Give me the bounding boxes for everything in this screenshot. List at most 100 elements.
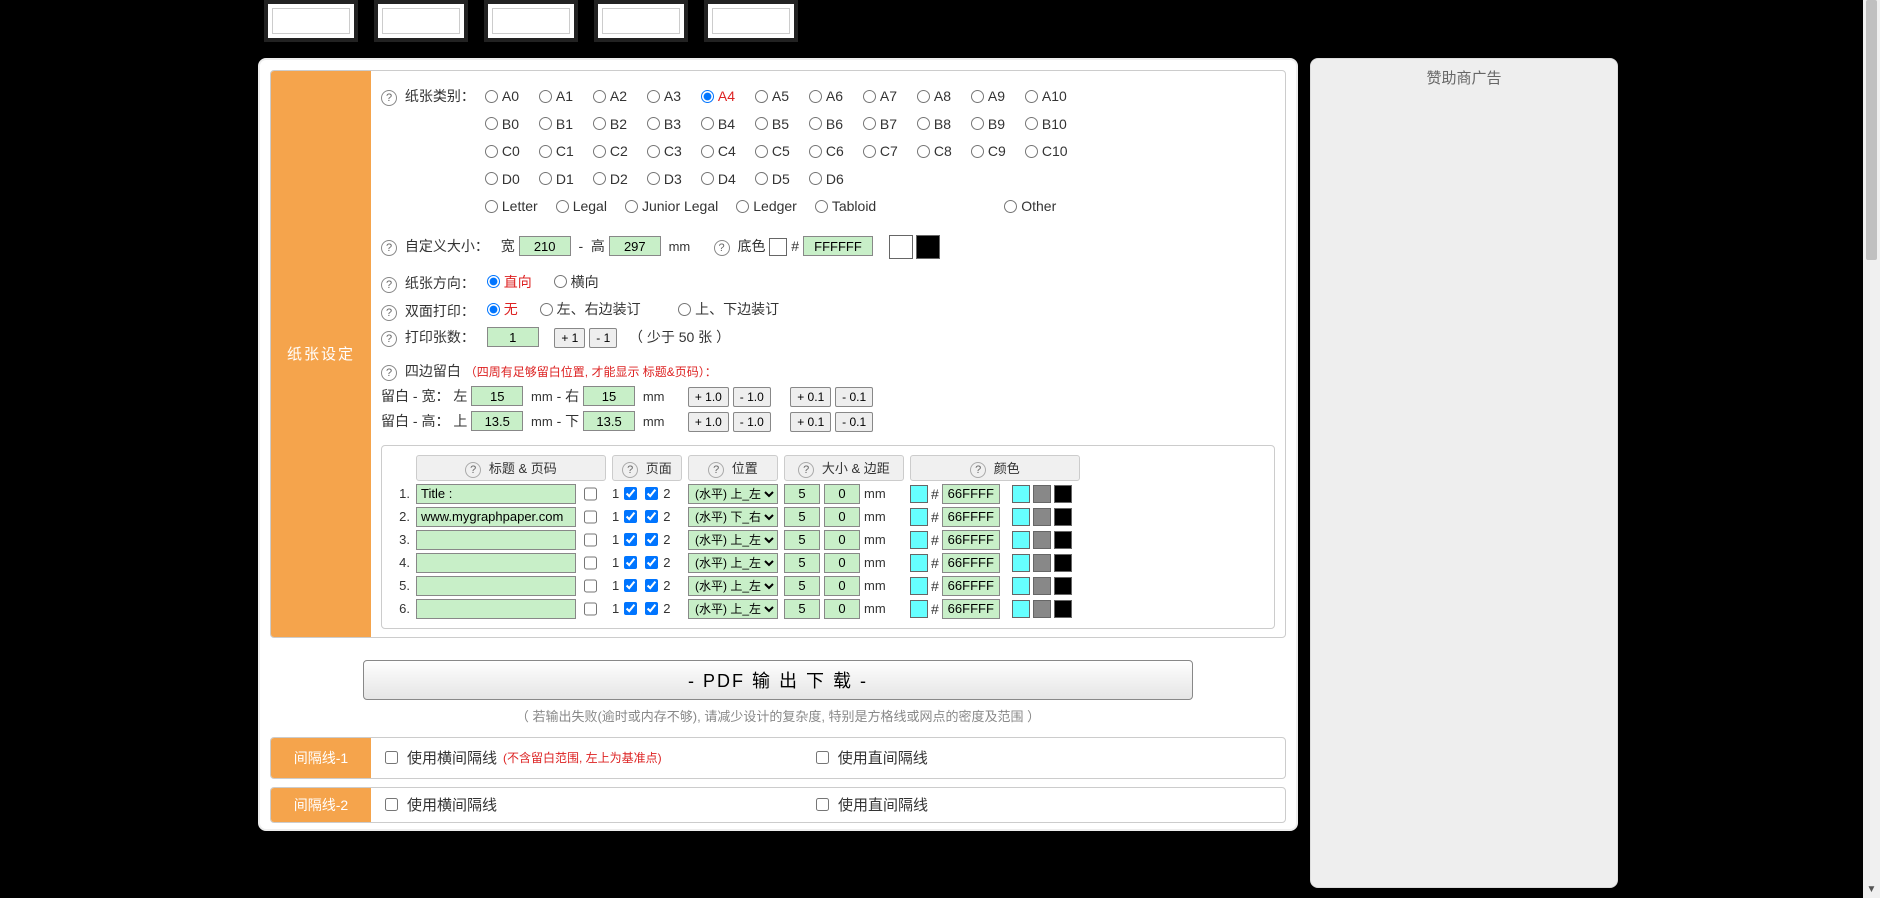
paper-a1[interactable]: A1 <box>539 85 593 107</box>
orientation-portrait[interactable]: 直向 <box>487 271 532 293</box>
bg-preview-white[interactable] <box>889 235 913 259</box>
color-preset-black[interactable] <box>1054 600 1072 618</box>
help-icon[interactable]: ? <box>381 240 397 256</box>
size-input[interactable] <box>784 553 820 573</box>
help-icon[interactable]: ? <box>381 305 397 321</box>
copies-input[interactable] <box>487 327 539 347</box>
thumb-1[interactable] <box>264 0 358 42</box>
paper-b3[interactable]: B3 <box>647 113 701 135</box>
page2-checkbox[interactable] <box>645 556 658 569</box>
paper-legal[interactable]: Legal <box>556 195 607 217</box>
duplex-lr[interactable]: 左、右边装订 <box>540 298 641 320</box>
paper-b1[interactable]: B1 <box>539 113 593 135</box>
margin-input[interactable] <box>824 599 860 619</box>
help-icon[interactable]: ? <box>381 90 397 106</box>
color-preset-cyan[interactable] <box>1012 531 1030 549</box>
position-select[interactable]: (水平) 上_左 <box>688 484 778 504</box>
color-preset-cyan[interactable] <box>1012 508 1030 526</box>
color-hex-input[interactable] <box>942 553 1000 573</box>
color-preset-cyan[interactable] <box>1012 485 1030 503</box>
paper-d1[interactable]: D1 <box>539 168 593 190</box>
sep1-vertical-checkbox[interactable] <box>816 751 829 764</box>
margin-w-p10[interactable]: + 1.0 <box>688 387 729 407</box>
color-swatch-current[interactable] <box>910 600 928 618</box>
color-preset-gray[interactable] <box>1033 600 1051 618</box>
color-preset-gray[interactable] <box>1033 485 1051 503</box>
margin-top-input[interactable] <box>471 411 523 431</box>
paper-b7[interactable]: B7 <box>863 113 917 135</box>
copies-minus[interactable]: - 1 <box>589 328 617 348</box>
margin-input[interactable] <box>824 530 860 550</box>
position-select[interactable]: (水平) 上_左 <box>688 599 778 619</box>
color-hex-input[interactable] <box>942 576 1000 596</box>
paper-b4[interactable]: B4 <box>701 113 755 135</box>
color-preset-cyan[interactable] <box>1012 554 1030 572</box>
page1-checkbox[interactable] <box>624 579 637 592</box>
download-pdf-button[interactable]: - PDF 输 出 下 载 - <box>363 660 1193 700</box>
paper-a10[interactable]: A10 <box>1025 85 1079 107</box>
page1-checkbox[interactable] <box>624 487 637 500</box>
scroll-down-icon[interactable]: ▼ <box>1863 881 1880 898</box>
paper-d3[interactable]: D3 <box>647 168 701 190</box>
size-input[interactable] <box>784 576 820 596</box>
sep2-vertical-checkbox[interactable] <box>816 798 829 811</box>
position-select[interactable]: (水平) 上_左 <box>688 553 778 573</box>
paper-a3[interactable]: A3 <box>647 85 701 107</box>
color-preset-cyan[interactable] <box>1012 600 1030 618</box>
margin-h-p01[interactable]: + 0.1 <box>790 412 831 432</box>
color-hex-input[interactable] <box>942 599 1000 619</box>
thumb-5[interactable] <box>704 0 798 42</box>
title-text-input[interactable] <box>416 484 576 504</box>
margin-w-m01[interactable]: - 0.1 <box>835 387 873 407</box>
paper-b2[interactable]: B2 <box>593 113 647 135</box>
color-swatch-current[interactable] <box>910 531 928 549</box>
title-enable-checkbox[interactable] <box>584 602 597 616</box>
bg-hex-input[interactable] <box>803 236 873 256</box>
color-preset-gray[interactable] <box>1033 554 1051 572</box>
paper-tabloid[interactable]: Tabloid <box>815 195 876 217</box>
copies-plus[interactable]: + 1 <box>554 328 585 348</box>
title-enable-checkbox[interactable] <box>584 579 597 593</box>
paper-a9[interactable]: A9 <box>971 85 1025 107</box>
paper-a8[interactable]: A8 <box>917 85 971 107</box>
thumb-3[interactable] <box>484 0 578 42</box>
paper-d5[interactable]: D5 <box>755 168 809 190</box>
help-icon[interactable]: ? <box>381 331 397 347</box>
color-preset-cyan[interactable] <box>1012 577 1030 595</box>
paper-c6[interactable]: C6 <box>809 140 863 162</box>
margin-bottom-input[interactable] <box>583 411 635 431</box>
color-preset-gray[interactable] <box>1033 531 1051 549</box>
margin-input[interactable] <box>824 576 860 596</box>
scroll-thumb[interactable] <box>1866 0 1877 260</box>
help-icon[interactable]: ? <box>714 240 730 256</box>
color-hex-input[interactable] <box>942 530 1000 550</box>
color-swatch-current[interactable] <box>910 554 928 572</box>
color-preset-black[interactable] <box>1054 485 1072 503</box>
paper-junior-legal[interactable]: Junior Legal <box>625 195 718 217</box>
page-scrollbar[interactable]: ▼ <box>1863 0 1880 898</box>
size-input[interactable] <box>784 507 820 527</box>
thumb-2[interactable] <box>374 0 468 42</box>
paper-c7[interactable]: C7 <box>863 140 917 162</box>
page2-checkbox[interactable] <box>645 579 658 592</box>
paper-a2[interactable]: A2 <box>593 85 647 107</box>
margin-h-p10[interactable]: + 1.0 <box>688 412 729 432</box>
page2-checkbox[interactable] <box>645 510 658 523</box>
paper-c1[interactable]: C1 <box>539 140 593 162</box>
page1-checkbox[interactable] <box>624 602 637 615</box>
paper-c8[interactable]: C8 <box>917 140 971 162</box>
paper-d4[interactable]: D4 <box>701 168 755 190</box>
paper-b6[interactable]: B6 <box>809 113 863 135</box>
paper-c5[interactable]: C5 <box>755 140 809 162</box>
paper-b9[interactable]: B9 <box>971 113 1025 135</box>
title-enable-checkbox[interactable] <box>584 510 597 524</box>
sep1-horizontal-checkbox[interactable] <box>385 751 398 764</box>
title-text-input[interactable] <box>416 530 576 550</box>
color-swatch-current[interactable] <box>910 508 928 526</box>
paper-b0[interactable]: B0 <box>485 113 539 135</box>
page2-checkbox[interactable] <box>645 602 658 615</box>
custom-height-input[interactable] <box>609 236 661 256</box>
color-preset-black[interactable] <box>1054 554 1072 572</box>
paper-c0[interactable]: C0 <box>485 140 539 162</box>
page1-checkbox[interactable] <box>624 556 637 569</box>
